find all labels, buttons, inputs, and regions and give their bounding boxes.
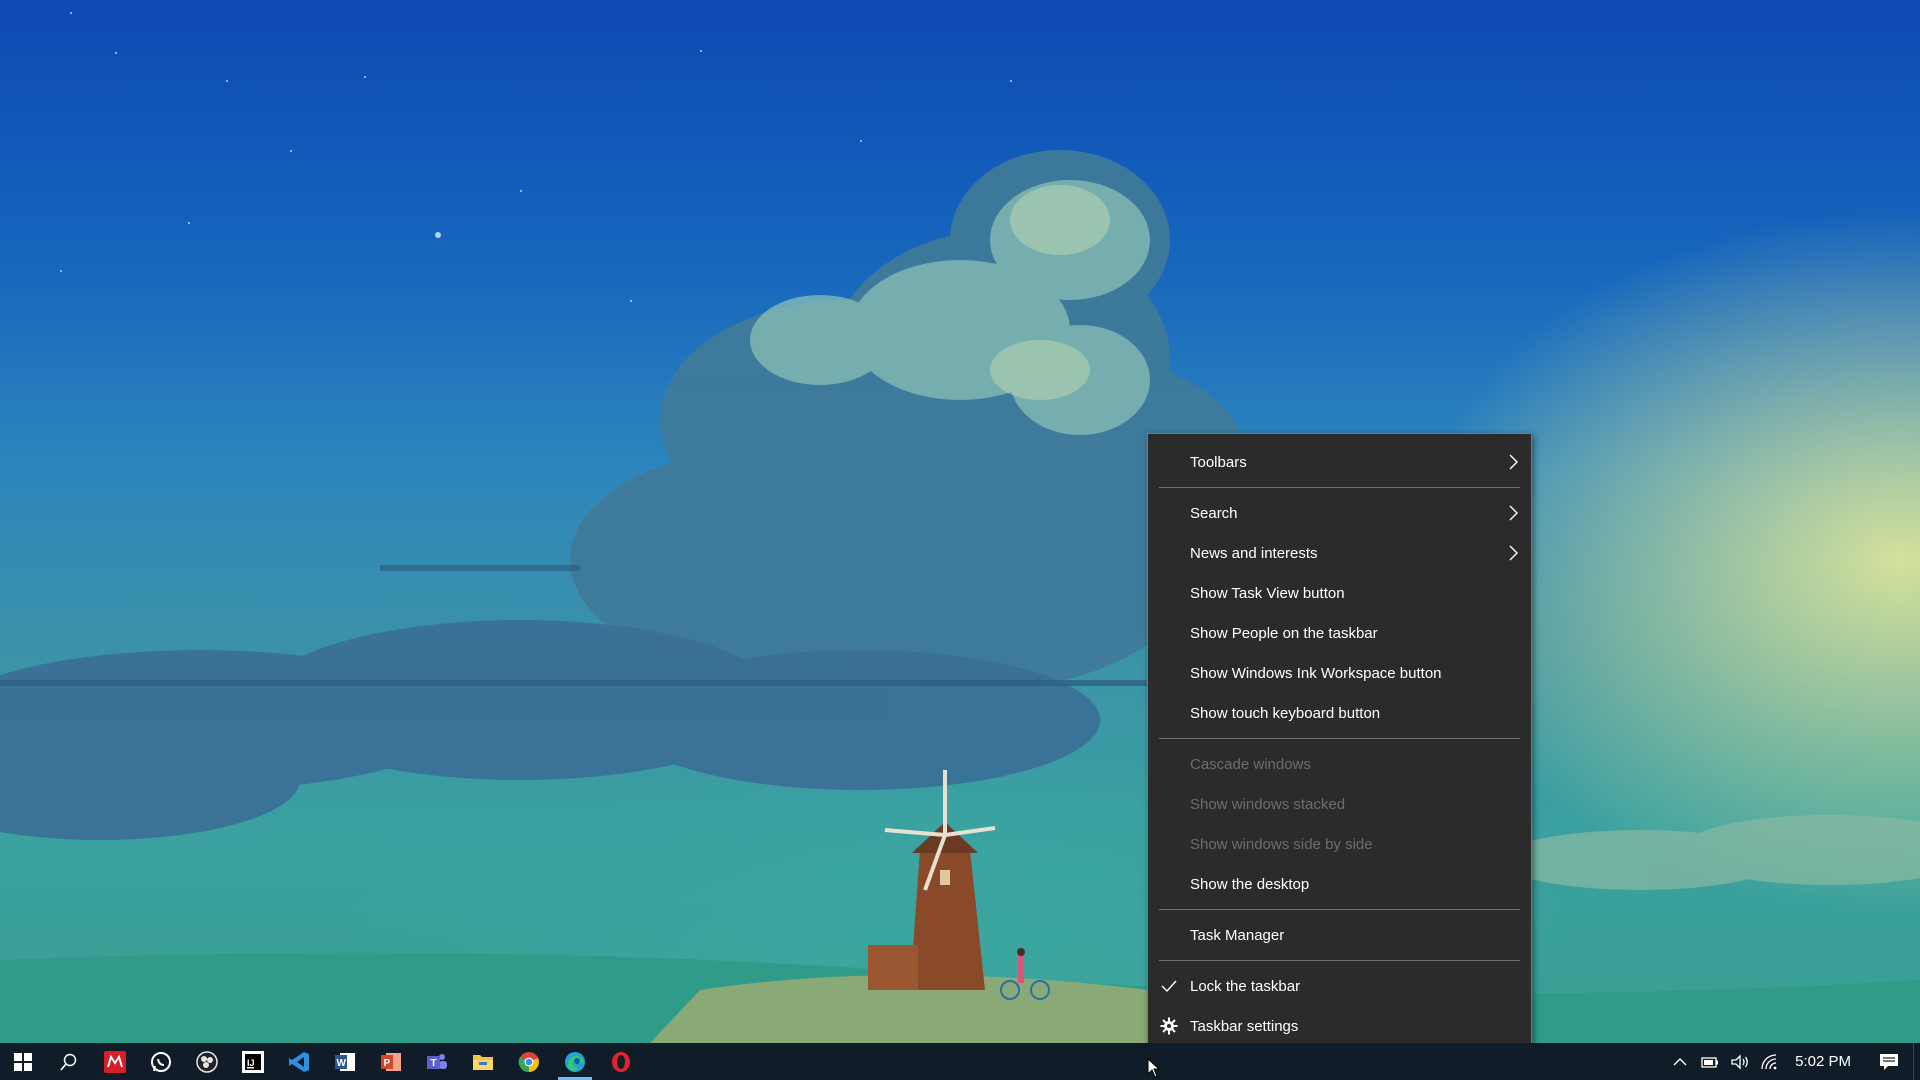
menu-separator: [1159, 909, 1520, 910]
menu-item-show-the-desktop[interactable]: Show the desktop: [1148, 864, 1531, 904]
wifi-icon[interactable]: [1755, 1043, 1785, 1080]
show-desktop-button[interactable]: [1913, 1043, 1920, 1080]
desktop-wallpaper: [0, 0, 1920, 1043]
menu-item-label: Cascade windows: [1190, 755, 1311, 773]
menu-item-label: Toolbars: [1190, 453, 1247, 471]
menu-item-show-touch-keyboard-button[interactable]: Show touch keyboard button: [1148, 693, 1531, 733]
menu-separator: [1159, 487, 1520, 488]
opera-app[interactable]: [598, 1043, 644, 1080]
menu-item-label: Lock the taskbar: [1190, 977, 1301, 995]
teams-app[interactable]: T: [414, 1043, 460, 1080]
search-button[interactable]: [46, 1043, 92, 1080]
windmill-illustration: [868, 770, 1050, 1000]
menu-item-search[interactable]: Search: [1148, 493, 1531, 533]
menu-item-show-windows-ink-workspace-button[interactable]: Show Windows Ink Workspace button: [1148, 653, 1531, 693]
taskbar: IJ W P T 5:02 PM: [0, 1043, 1920, 1080]
action-center-icon[interactable]: [1865, 1043, 1913, 1080]
menu-item-label: Taskbar settings: [1190, 1017, 1299, 1035]
svg-text:T: T: [431, 1058, 437, 1069]
mendeley-app[interactable]: [92, 1043, 138, 1080]
menu-item-show-task-view-button[interactable]: Show Task View button: [1148, 573, 1531, 613]
menu-item-label: Show windows stacked: [1190, 795, 1346, 813]
menu-item-label: Show People on the taskbar: [1190, 624, 1378, 642]
teams-icon: T: [426, 1051, 448, 1073]
obs-icon: [196, 1050, 218, 1073]
menu-item-label: News and interests: [1190, 544, 1318, 562]
volume-icon[interactable]: [1725, 1043, 1755, 1080]
battery-icon[interactable]: [1695, 1043, 1725, 1080]
menu-item-label: Show windows side by side: [1190, 835, 1373, 853]
edge-app[interactable]: [552, 1043, 598, 1080]
system-tray: 5:02 PM: [1665, 1043, 1920, 1080]
wallpaper-scenery: [0, 150, 1920, 1043]
search-icon: [60, 1053, 78, 1071]
checkmark-icon: [1160, 977, 1178, 995]
intellij-icon: IJ: [242, 1050, 264, 1073]
mendeley-icon: [104, 1050, 126, 1073]
obs-app[interactable]: [184, 1043, 230, 1080]
start-button[interactable]: [0, 1043, 46, 1080]
gear-icon: [1160, 1017, 1178, 1035]
chevron-right-icon: [1509, 545, 1519, 561]
opera-icon: [610, 1051, 632, 1073]
menu-item-cascade-windows: Cascade windows: [1148, 744, 1531, 784]
taskbar-context-menu: Toolbars Search News and interests Show Tas…: [1147, 433, 1532, 1058]
word-icon: W: [334, 1051, 356, 1073]
file-explorer-app[interactable]: [460, 1043, 506, 1080]
svg-text:IJ: IJ: [247, 1058, 255, 1068]
menu-separator: [1159, 738, 1520, 739]
edge-icon: [564, 1051, 586, 1073]
menu-item-label: Task Manager: [1190, 926, 1285, 944]
whatsapp-icon: [150, 1051, 172, 1073]
folder-icon: [472, 1052, 494, 1072]
windows-logo-icon: [14, 1052, 32, 1071]
menu-item-label: Show Task View button: [1190, 584, 1345, 602]
menu-item-lock-the-taskbar[interactable]: Lock the taskbar: [1148, 966, 1531, 1006]
menu-item-label: Show Windows Ink Workspace button: [1190, 664, 1442, 682]
menu-item-show-windows-stacked: Show windows stacked: [1148, 784, 1531, 824]
menu-item-toolbars[interactable]: Toolbars: [1148, 442, 1531, 482]
word-app[interactable]: W: [322, 1043, 368, 1080]
menu-item-show-people-on-the-taskbar[interactable]: Show People on the taskbar: [1148, 613, 1531, 653]
chevron-right-icon: [1509, 505, 1519, 521]
chrome-icon: [518, 1051, 540, 1073]
menu-item-show-windows-side-by-side: Show windows side by side: [1148, 824, 1531, 864]
chrome-app[interactable]: [506, 1043, 552, 1080]
mouse-cursor-icon: [1147, 1058, 1161, 1078]
chevron-up-icon[interactable]: [1665, 1043, 1695, 1080]
taskbar-clock[interactable]: 5:02 PM: [1785, 1053, 1865, 1070]
chevron-right-icon: [1509, 454, 1519, 470]
vscode-app[interactable]: [276, 1043, 322, 1080]
svg-text:P: P: [384, 1058, 391, 1069]
powerpoint-icon: P: [380, 1051, 402, 1073]
powerpoint-app[interactable]: P: [368, 1043, 414, 1080]
menu-item-label: Show touch keyboard button: [1190, 704, 1381, 722]
menu-separator: [1159, 960, 1520, 961]
vscode-icon: [288, 1051, 310, 1073]
menu-item-label: Search: [1190, 504, 1238, 522]
whatsapp-app[interactable]: [138, 1043, 184, 1080]
menu-item-label: Show the desktop: [1190, 875, 1310, 893]
intellij-app[interactable]: IJ: [230, 1043, 276, 1080]
svg-text:W: W: [337, 1058, 347, 1069]
menu-item-news-and-interests[interactable]: News and interests: [1148, 533, 1531, 573]
menu-item-task-manager[interactable]: Task Manager: [1148, 915, 1531, 955]
menu-item-taskbar-settings[interactable]: Taskbar settings: [1148, 1006, 1531, 1046]
